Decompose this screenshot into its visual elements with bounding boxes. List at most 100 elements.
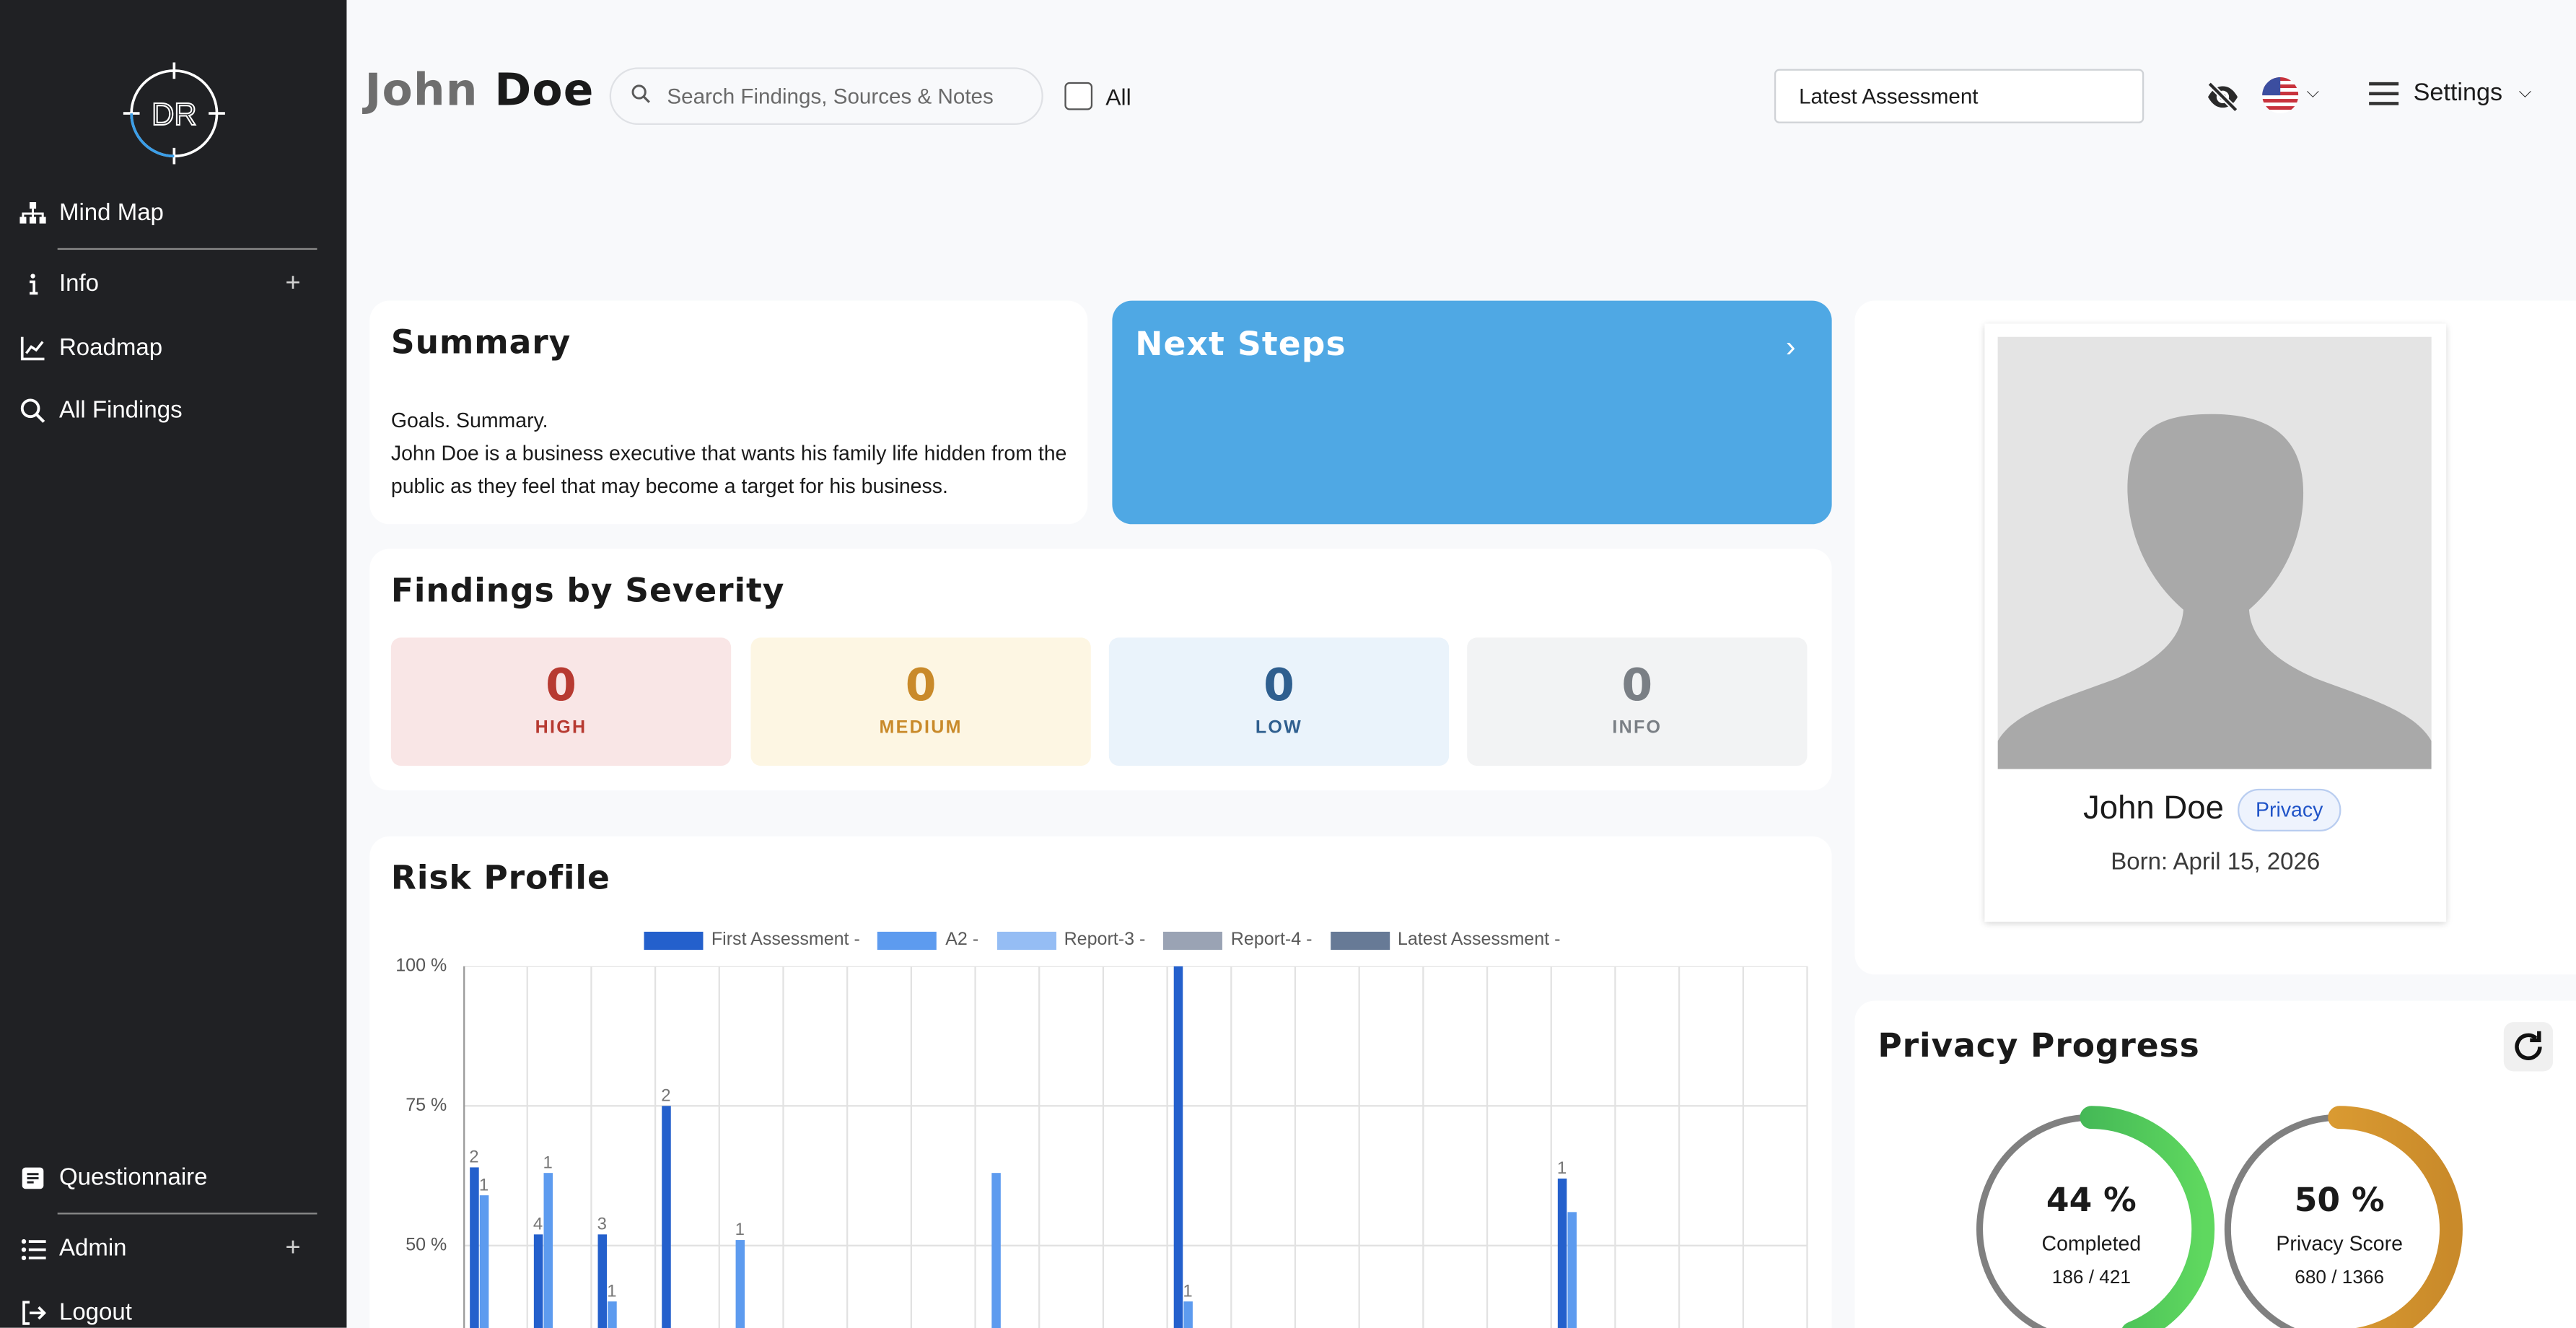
legend-item[interactable]: First Assessment - — [644, 930, 860, 950]
risk-profile-title: Risk Profile — [390, 857, 610, 898]
severity-count: 0 — [1263, 660, 1294, 712]
all-checkbox-wrap[interactable]: All — [1064, 82, 1131, 110]
severity-medium-box[interactable]: 0 MEDIUM — [750, 637, 1091, 766]
y-tick-label: 100 % — [395, 956, 447, 977]
bar-data-label: 4 — [533, 1215, 543, 1234]
all-checkbox-label: All — [1105, 82, 1131, 110]
severity-count: 0 — [1621, 660, 1653, 712]
chart-bar — [1173, 966, 1183, 1328]
us-flag-icon[interactable] — [2262, 77, 2299, 114]
refresh-icon — [2515, 1031, 2542, 1060]
sidebar-item-info[interactable]: Info + — [0, 255, 346, 314]
info-icon — [19, 271, 45, 297]
chart-bar — [1183, 1301, 1193, 1328]
next-steps-title: Next Steps — [1135, 323, 1346, 364]
eye-off-icon[interactable] — [2204, 79, 2240, 115]
severity-title: Findings by Severity — [390, 570, 785, 610]
all-checkbox[interactable] — [1064, 82, 1093, 110]
bar-data-label: 1 — [607, 1281, 616, 1301]
chart-legend: First Assessment - A2 - Report-3 - Repor… — [644, 930, 1579, 950]
sidebar-item-roadmap[interactable]: Roadmap — [0, 319, 346, 378]
bar-data-label: 1 — [1183, 1281, 1192, 1301]
settings-label: Settings — [2413, 79, 2503, 107]
legend-item[interactable]: Latest Assessment - — [1330, 930, 1561, 950]
legend-swatch — [996, 930, 1056, 949]
legend-item[interactable]: A2 - — [877, 930, 978, 950]
legend-swatch — [1330, 930, 1390, 949]
chart-bar — [1557, 1178, 1567, 1328]
title-first-name: John — [364, 66, 478, 117]
severity-info-box[interactable]: 0 INFO — [1467, 637, 1808, 766]
profile-card: John Doe Privacy Born: April 15, 2026 — [1984, 323, 2447, 922]
chart-bar — [533, 1234, 543, 1328]
gauge-label: Privacy Score — [2276, 1232, 2403, 1256]
expand-plus-icon[interactable]: + — [285, 269, 300, 299]
legend-swatch — [877, 930, 937, 949]
search-input[interactable] — [667, 84, 1012, 109]
summary-goals: Goals. Summary. — [390, 409, 548, 432]
chart-line-icon — [19, 335, 45, 361]
page-title: John Doe — [364, 66, 594, 117]
severity-low-box[interactable]: 0 LOW — [1108, 637, 1450, 766]
gauge-label: Completed — [2041, 1232, 2142, 1256]
nav-divider — [57, 248, 317, 250]
severity-count: 0 — [905, 660, 937, 712]
sidebar: DR Mind Map Info + Roadmap All Findings … — [0, 0, 347, 1328]
assessment-select-value: Latest Assessment — [1799, 84, 1979, 109]
summary-title: Summary — [390, 322, 571, 362]
chart-bar — [543, 1173, 553, 1328]
expand-plus-icon[interactable]: + — [285, 1234, 300, 1264]
search-box — [609, 67, 1043, 126]
bar-data-label: 3 — [597, 1215, 607, 1234]
dr-logo: DR — [123, 62, 225, 165]
privacy-score-gauge-text: 50 % Privacy Score 680 / 1366 — [2241, 1180, 2438, 1288]
clipboard-icon — [19, 1165, 45, 1191]
sidebar-item-mind-map[interactable]: Mind Map — [0, 184, 346, 243]
logout-icon — [19, 1300, 46, 1326]
sidebar-item-all-findings[interactable]: All Findings — [0, 381, 346, 440]
list-icon — [19, 1236, 45, 1262]
severity-count: 0 — [546, 660, 577, 712]
y-tick-label: 75 % — [406, 1096, 447, 1116]
settings-menu[interactable]: Settings ⌵ — [2369, 79, 2531, 107]
sidebar-item-label: Mind Map — [58, 200, 164, 227]
privacy-progress-title: Privacy Progress — [1878, 1025, 2200, 1065]
legend-label: Latest Assessment - — [1397, 930, 1561, 950]
legend-label: Report-3 - — [1064, 930, 1146, 950]
bar-data-label: 2 — [661, 1085, 670, 1105]
legend-item[interactable]: Report-3 - — [996, 930, 1145, 950]
bar-data-label: 1 — [735, 1220, 745, 1239]
avatar — [1997, 336, 2432, 769]
refresh-button[interactable] — [2503, 1022, 2554, 1072]
y-tick-label: 50 % — [406, 1236, 447, 1256]
chevron-down-icon[interactable]: ⌵ — [2307, 84, 2319, 102]
sidebar-item-label: Questionnaire — [58, 1165, 208, 1192]
next-steps-card[interactable]: Next Steps › — [1112, 300, 1832, 525]
bar-data-label: 2 — [469, 1148, 478, 1167]
profile-born: Born: April 15, 2026 — [2111, 849, 2321, 876]
sidebar-item-questionnaire[interactable]: Questionnaire — [0, 1148, 346, 1207]
search-icon — [631, 82, 650, 111]
sidebar-item-label: All Findings — [58, 397, 183, 424]
summary-text: John Doe is a business executive that wa… — [390, 442, 1067, 498]
legend-item[interactable]: Report-4 - — [1163, 930, 1313, 950]
chart-bar — [470, 1167, 479, 1328]
nav-divider — [57, 1213, 317, 1215]
gauge-percent: 44 % — [2046, 1179, 2137, 1220]
assessment-select[interactable]: Latest Assessment — [1774, 69, 2145, 123]
hamburger-icon — [2369, 81, 2399, 105]
chart-bar — [1567, 1212, 1577, 1328]
sidebar-item-label: Logout — [58, 1299, 132, 1327]
bar-data-label: 1 — [543, 1153, 553, 1172]
severity-high-box[interactable]: 0 HIGH — [390, 637, 732, 766]
gauge-ratio: 186 / 421 — [2051, 1268, 2131, 1289]
legend-swatch — [1163, 930, 1223, 949]
chart-bar — [735, 1240, 745, 1328]
sidebar-item-logout[interactable]: Logout — [0, 1283, 346, 1328]
sidebar-item-label: Admin — [58, 1236, 127, 1262]
chart-bar — [662, 1106, 671, 1328]
sitemap-icon — [19, 201, 46, 227]
sidebar-item-admin[interactable]: Admin + — [0, 1219, 346, 1278]
severity-label: MEDIUM — [879, 717, 963, 738]
sidebar-item-label: Info — [58, 271, 100, 298]
